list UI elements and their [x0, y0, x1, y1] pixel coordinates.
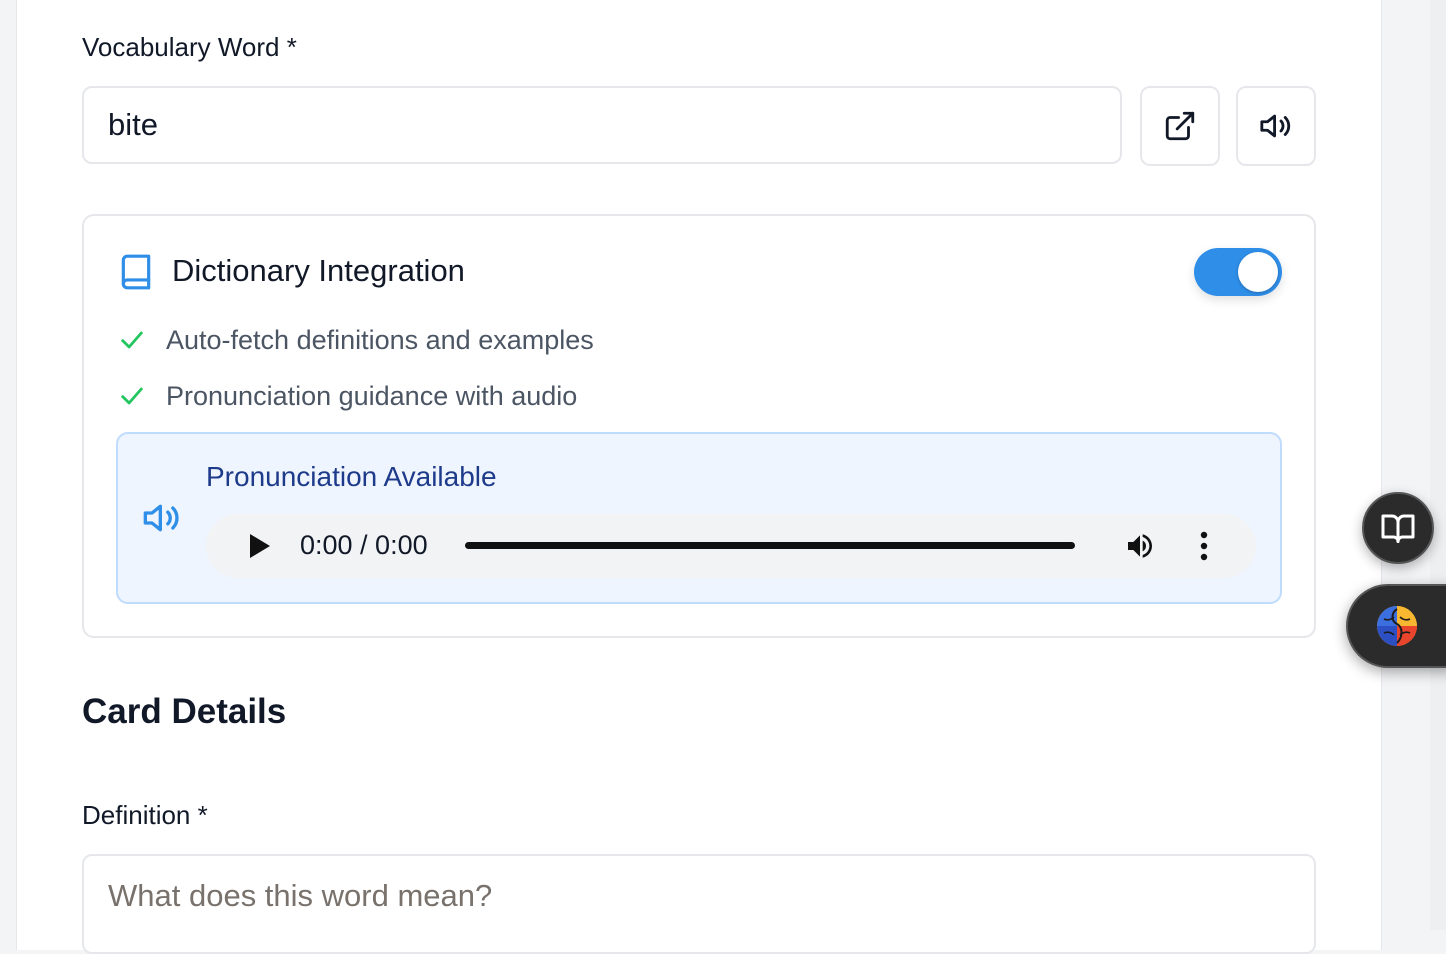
card-details-heading: Card Details	[82, 692, 287, 731]
volume-icon[interactable]	[1122, 530, 1158, 562]
page-background-strip	[1430, 0, 1446, 930]
dictionary-toggle[interactable]	[1194, 248, 1282, 296]
check-icon	[121, 331, 143, 349]
feature-item: Auto-fetch definitions and examples	[118, 320, 594, 360]
book-icon	[121, 254, 151, 290]
pronunciation-title: Pronunciation Available	[206, 461, 497, 492]
feature-text: Pronunciation guidance with audio	[166, 380, 578, 411]
toggle-knob	[1238, 252, 1278, 292]
speaker-icon	[143, 504, 179, 532]
play-pronunciation-button[interactable]	[1236, 86, 1316, 166]
definition-input[interactable]: What does this word mean?	[82, 854, 1316, 954]
reader-mode-button[interactable]	[1362, 492, 1434, 564]
audio-progress-bar[interactable]	[465, 542, 1075, 549]
play-icon[interactable]	[248, 533, 272, 559]
extension-tab-button[interactable]	[1346, 584, 1446, 668]
external-link-icon	[1165, 111, 1195, 141]
vocab-word-input[interactable]: bite	[82, 86, 1122, 164]
colorful-brain-icon	[1377, 606, 1417, 646]
feature-text: Auto-fetch definitions and examples	[166, 324, 594, 355]
check-icon	[121, 387, 143, 405]
definition-label: Definition *	[82, 800, 208, 830]
open-book-icon	[1381, 514, 1415, 543]
dictionary-integration-title: Dictionary Integration	[172, 253, 465, 288]
speaker-icon	[1260, 114, 1291, 138]
audio-time: 0:00 / 0:00	[300, 530, 428, 560]
more-options-icon[interactable]	[1194, 530, 1214, 562]
open-external-button[interactable]	[1140, 86, 1220, 166]
feature-item: Pronunciation guidance with audio	[118, 376, 577, 416]
vocab-word-label: Vocabulary Word *	[82, 32, 297, 62]
